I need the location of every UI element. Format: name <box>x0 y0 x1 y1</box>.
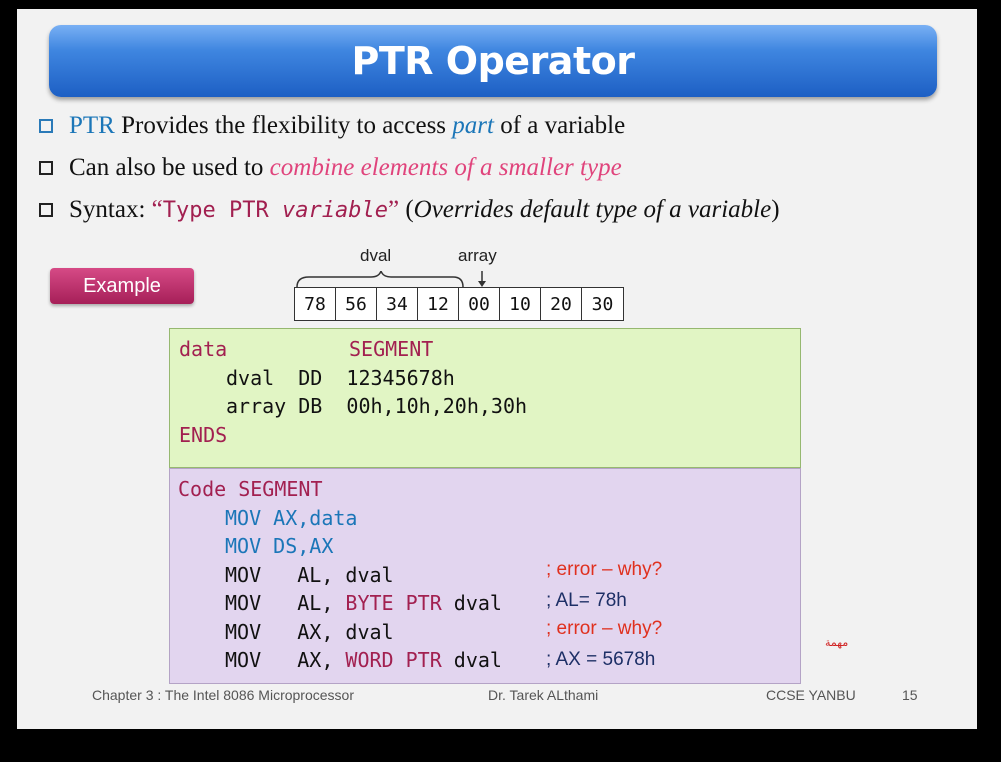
checkbox-bullet-icon <box>39 119 53 133</box>
bullet-3-paren-close: ) <box>771 196 780 223</box>
memory-cell: 20 <box>541 288 582 320</box>
bullet-1-text: Provides the flexibility to access <box>114 112 453 139</box>
data-segment-box: data SEGMENT dval DD 12345678h array DB … <box>169 328 801 468</box>
checkbox-bullet-icon <box>39 203 53 217</box>
memory-label-array: array <box>458 246 497 265</box>
slide: PTR Operator PTR Provides the flexibilit… <box>17 9 977 729</box>
code-text: MOV AX, <box>225 648 346 672</box>
memory-cell: 78 <box>295 288 336 320</box>
bullet-1-ptr: PTR <box>69 112 115 139</box>
syntax-code: Type PTR <box>162 197 282 223</box>
comment-error-1: ; error – why? <box>546 559 663 580</box>
memory-cell: 30 <box>591 293 614 315</box>
footer-org: CCSE YANBU <box>766 687 856 703</box>
code-segment-box: Code SEGMENT MOV AX,data MOV DS,AX MOV A… <box>169 468 801 684</box>
code-byte-ptr: BYTE PTR <box>345 591 442 615</box>
footer-author: Dr. Tarek ALthami <box>488 687 599 703</box>
bullet-3-open-quote: “ <box>151 196 163 223</box>
comment-error-2: ; error – why? <box>546 618 663 639</box>
memory-cell: 34 <box>377 288 418 320</box>
comment-ax-result: ; AX = 5678h <box>546 649 656 670</box>
footer-chapter: Chapter 3 : The Intel 8086 Microprocesso… <box>92 687 354 703</box>
footer-page-number: 15 <box>902 687 918 703</box>
code-text: dval <box>441 591 502 615</box>
example-label: Example <box>50 268 194 304</box>
code-line-mov-ax-word-ptr: MOV AX, WORD PTR dval <box>225 648 502 672</box>
bullet-2-highlight: combine elements of a smaller type <box>269 154 622 181</box>
code-segment-keyword: SEGMENT <box>349 337 434 361</box>
checkbox-bullet-icon <box>39 161 53 175</box>
code-text: MOV AL, <box>225 591 346 615</box>
comment-al-result: ; AL= 78h <box>546 590 627 611</box>
code-text: dval <box>441 648 502 672</box>
bullet-2-text: Can also be used to <box>69 154 270 181</box>
syntax-variable: variable <box>281 197 388 223</box>
code-line-mov-al-dval: MOV AL, dval <box>225 563 394 587</box>
code-ends-keyword: ENDS <box>179 423 228 447</box>
code-data-keyword: data <box>179 337 228 361</box>
bullet-1-text-end: of a variable <box>493 112 626 139</box>
code-line-mov-ax-dval: MOV AX, dval <box>225 620 394 644</box>
memory-cell: 00 <box>459 288 500 320</box>
bullet-3-text: Syntax: <box>69 196 152 223</box>
memory-label-dval: dval <box>360 246 392 265</box>
slide-title: PTR Operator <box>351 39 635 83</box>
code-line-array: array DB 00h,10h,20h,30h <box>226 394 528 418</box>
code-word-ptr: WORD PTR <box>345 648 442 672</box>
bullet-3: Syntax: “ Type PTR variable ” ( Override… <box>39 193 780 227</box>
bullet-3-close-quote: ” <box>387 196 400 223</box>
code-line-dval: dval DD 12345678h <box>226 366 455 390</box>
bullet-3-note: Overrides default type of a variable <box>413 196 772 223</box>
code-line-mov-ds-ax: MOV DS,AX <box>225 534 334 558</box>
bullet-1: PTR Provides the flexibility to access p… <box>39 109 625 143</box>
bullet-1-part: part <box>452 112 494 139</box>
title-bar: PTR Operator <box>49 25 937 97</box>
memory-cell: 56 <box>336 288 377 320</box>
handwritten-note: مهمة <box>825 636 849 649</box>
memory-cell: 10 <box>500 288 541 320</box>
memory-row: 78 56 34 12 00 10 20 30 <box>294 287 624 321</box>
bullet-3-paren: ( <box>399 196 414 223</box>
code-line-mov-al-byte-ptr: MOV AL, BYTE PTR dval <box>225 591 502 615</box>
code-line-mov-ax-data: MOV AX,data <box>225 506 358 530</box>
bullet-2: Can also be used to combine elements of … <box>39 151 622 185</box>
code-segment-header: Code SEGMENT <box>178 477 323 501</box>
memory-cell: 12 <box>418 288 459 320</box>
